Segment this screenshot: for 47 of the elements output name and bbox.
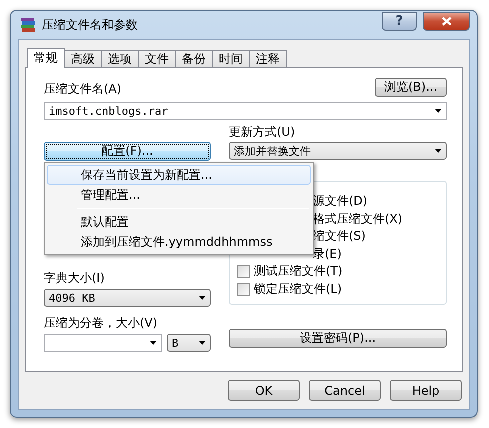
field-value: B — [172, 336, 179, 350]
archive-books-icon — [20, 17, 36, 33]
dialog-button[interactable]: Cancel — [309, 380, 381, 401]
option-label: 格式压缩文件(X) — [313, 212, 403, 227]
close-icon — [442, 16, 452, 26]
option-label: 测试压缩文件(T) — [254, 264, 343, 280]
field-label: 字典大小(I) — [44, 271, 106, 286]
dropdown-arrow-icon — [435, 109, 442, 113]
checkbox[interactable] — [237, 282, 250, 296]
field-value: 4096 KB — [49, 292, 96, 304]
tab[interactable]: 注释 — [249, 50, 287, 67]
dictionary-size-combo[interactable]: 4096 KB — [44, 289, 211, 307]
profiles-button[interactable]: 配置(F)... — [44, 142, 211, 161]
tab[interactable]: 选项 — [101, 50, 139, 67]
dropdown-arrow-icon — [199, 341, 206, 345]
dropdown-arrow-icon — [435, 149, 442, 153]
option-label: 源文件(D) — [313, 194, 368, 210]
field-label: 更新方式(U) — [229, 125, 296, 140]
set-password-button[interactable]: 设置密码(P)... — [229, 329, 447, 348]
field-value: imsoft.cnblogs.rar — [49, 104, 168, 118]
option-label: 录(E) — [313, 246, 342, 262]
tab[interactable]: 高级 — [64, 50, 102, 67]
archive-name-combo[interactable]: imsoft.cnblogs.rar — [44, 102, 447, 120]
menu-item[interactable]: 管理配置... — [47, 185, 311, 205]
tab[interactable]: 时间 — [212, 50, 250, 67]
field-label: 压缩文件名(A) — [44, 82, 122, 97]
option-label: 锁定压缩文件(L) — [254, 282, 342, 297]
volume-size-combo[interactable] — [44, 334, 162, 352]
menu-item[interactable]: 保存当前设置为新配置... — [47, 165, 311, 185]
field-value: 添加并替换文件 — [234, 144, 311, 158]
field-label: 压缩为分卷，大小(V) — [44, 316, 159, 331]
dropdown-arrow-icon — [199, 296, 206, 300]
checkbox[interactable] — [237, 265, 250, 278]
menu-item[interactable]: 默认配置 — [47, 212, 311, 232]
menu-item[interactable]: 添加到压缩文件.yymmddhhmmss — [47, 232, 311, 252]
dropdown-arrow-icon — [150, 341, 157, 345]
close-button[interactable] — [423, 12, 470, 30]
update-mode-combo[interactable]: 添加并替换文件 — [229, 142, 447, 160]
dialog-button[interactable]: OK — [228, 380, 300, 401]
volume-unit-combo[interactable]: B — [167, 334, 211, 352]
browse-button[interactable]: 浏览(B)... — [375, 78, 447, 97]
tab[interactable]: 备份 — [175, 50, 213, 67]
tab[interactable]: 常规 — [27, 48, 65, 68]
help-button[interactable]: ? — [382, 12, 417, 30]
tab[interactable]: 文件 — [138, 50, 176, 67]
window-title: 压缩文件名和参数 — [42, 16, 139, 34]
dialog-button[interactable]: Help — [390, 380, 462, 401]
